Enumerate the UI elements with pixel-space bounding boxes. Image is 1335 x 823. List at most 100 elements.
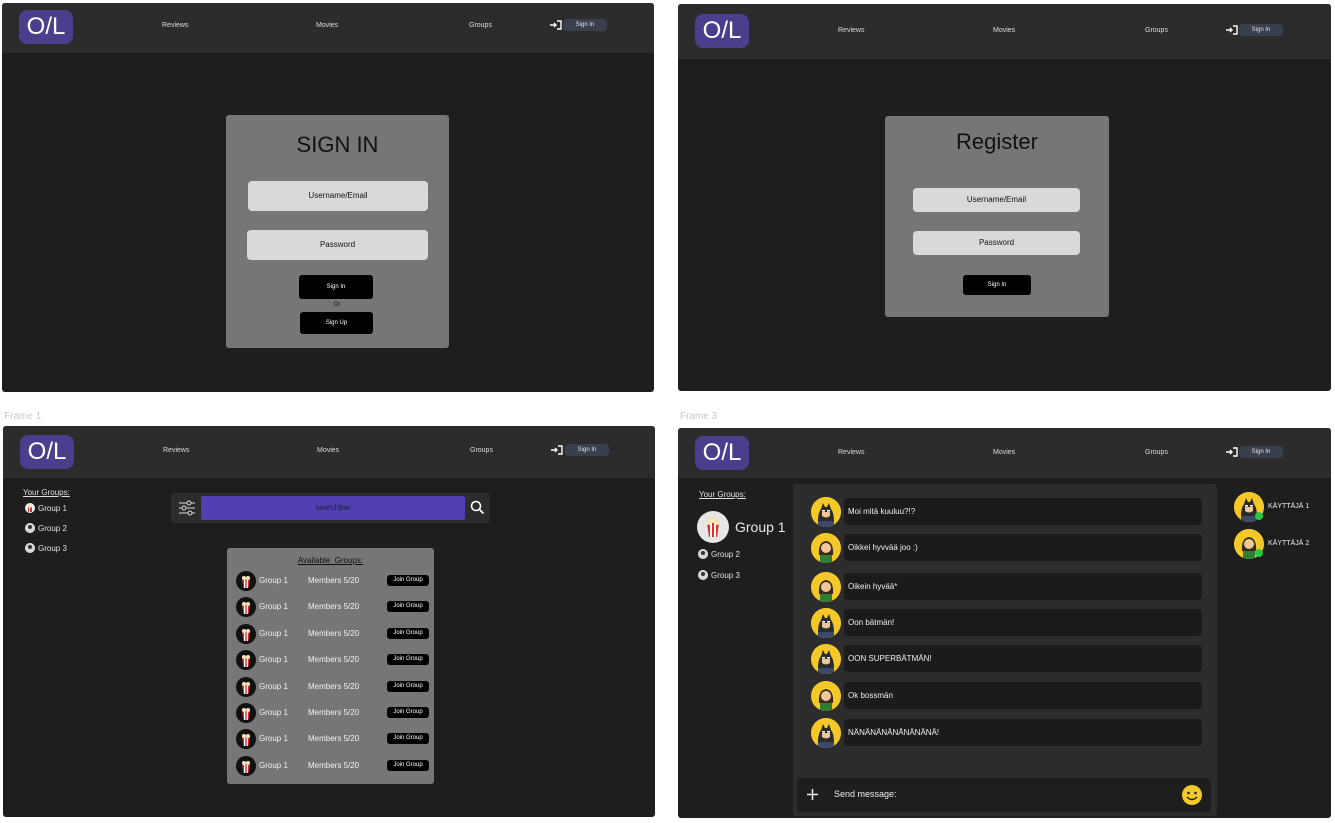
nav-groups[interactable]: Groups <box>1145 27 1168 34</box>
batman-avatar-icon <box>811 608 841 638</box>
username-field[interactable]: Username/Email <box>913 188 1080 212</box>
join-group-button[interactable]: Join Group <box>387 733 429 745</box>
popcorn-icon <box>236 755 256 776</box>
groups-frame: O/L Reviews Movies Groups Sign In Your G… <box>3 426 655 817</box>
join-group-button[interactable]: Join Group <box>387 680 429 692</box>
signin-button[interactable]: Sign In <box>299 275 373 299</box>
sign-in-icon[interactable] <box>1226 447 1238 457</box>
available-group-row: Group 1 Members 5/20 Join Group <box>236 702 431 724</box>
nav-reviews[interactable]: Reviews <box>162 22 188 29</box>
group-name: Group 1 <box>259 602 288 612</box>
nav-sign-in-button[interactable]: Sign In <box>1239 446 1283 458</box>
logo[interactable]: O/L <box>19 10 73 44</box>
signup-button[interactable]: Sign Up <box>300 312 373 334</box>
batman-avatar-icon <box>811 644 841 674</box>
nav-movies[interactable]: Movies <box>993 27 1015 34</box>
join-group-button[interactable]: Join Group <box>387 759 429 771</box>
nav-movies[interactable]: Movies <box>316 22 338 29</box>
available-group-row: Group 1 Members 5/20 Join Group <box>236 570 431 592</box>
popcorn-icon <box>236 571 256 591</box>
available-group-row: Group 1 Members 5/20 Join Group <box>236 755 431 777</box>
password-field[interactable]: Password <box>247 230 428 260</box>
sidebar-group-3[interactable]: Group 3 <box>25 543 67 553</box>
join-group-button[interactable]: Join Group <box>387 601 429 613</box>
sign-in-icon[interactable] <box>551 445 563 455</box>
nav-sign-in-button[interactable]: Sign In <box>1239 24 1283 36</box>
sign-in-icon[interactable] <box>550 20 562 30</box>
username-field[interactable]: Username/Email <box>248 181 428 211</box>
sidebar-group-label: Group 2 <box>38 523 67 533</box>
available-group-row: Group 1 Members 5/20 Join Group <box>236 649 431 671</box>
message-input[interactable]: Send message: <box>834 789 897 799</box>
navbar: O/L Reviews Movies Groups Sign In <box>678 428 1331 478</box>
online-status-dot <box>1255 549 1263 557</box>
frame-1-label: Frame 1 <box>4 411 42 422</box>
popcorn-icon <box>236 703 256 723</box>
group-avatar-icon <box>698 570 708 580</box>
search-icon[interactable] <box>470 500 485 515</box>
group-name: Group 1 <box>259 708 288 717</box>
batman-avatar-icon <box>811 497 841 527</box>
group-members: Members 5/20 <box>308 628 360 638</box>
sidebar-group-active[interactable]: Group 1 <box>697 511 786 543</box>
nav-reviews[interactable]: Reviews <box>838 27 864 34</box>
nav-groups[interactable]: Groups <box>469 22 492 29</box>
user-avatar-icon <box>811 533 841 563</box>
signin-title: SIGN IN <box>296 132 379 157</box>
chat-message: Oikkei hyvvää joo :) <box>811 533 1205 563</box>
join-group-button[interactable]: Join Group <box>387 575 429 586</box>
nav-reviews[interactable]: Reviews <box>838 449 864 456</box>
sidebar-group-2[interactable]: Group 2 <box>698 549 740 559</box>
chat-message: NÄNÄNÄNÄNÄNÄNÄNÄ! <box>811 718 1205 748</box>
nav-sign-in-button[interactable]: Sign In <box>565 444 609 456</box>
sidebar-group-2[interactable]: Group 2 <box>25 523 67 533</box>
join-group-button[interactable]: Join Group <box>387 627 429 639</box>
logo[interactable]: O/L <box>20 435 74 469</box>
nav-movies[interactable]: Movies <box>317 447 339 454</box>
frame-3-label: Frame 3 <box>680 411 718 422</box>
your-groups-title: Your Groups: <box>23 488 70 497</box>
available-group-row: Group 1 Members 5/20 Join Group <box>236 596 431 618</box>
chat-message: Ok bossmän <box>811 681 1205 711</box>
message-bubble: Moi mitä kuuluu?!? <box>844 498 1202 525</box>
chat-message: Oikein hyvää* <box>811 572 1205 602</box>
nav-reviews[interactable]: Reviews <box>163 447 189 454</box>
filter-icon[interactable] <box>178 500 196 516</box>
sidebar-group-label: Group 3 <box>711 570 740 580</box>
batman-avatar-icon <box>811 718 841 748</box>
user-list-item[interactable]: KÄYTTÄJÄ 1 <box>1234 492 1326 522</box>
or-label: Or <box>333 302 341 308</box>
signin-button[interactable]: Sign In <box>963 275 1031 295</box>
group-members: Members 5/20 <box>308 576 360 585</box>
nav-movies[interactable]: Movies <box>993 449 1015 456</box>
logo[interactable]: O/L <box>695 14 749 48</box>
chat-message: Oon bätmän! <box>811 608 1205 638</box>
group-avatar-icon <box>698 549 708 559</box>
user-name: KÄYTTÄJÄ 2 <box>1268 540 1310 547</box>
popcorn-icon <box>236 729 256 750</box>
register-card: Register Username/Email Password Sign In <box>885 116 1109 317</box>
emoji-icon[interactable] <box>1181 784 1203 806</box>
user-list-item[interactable]: KÄYTTÄJÄ 2 <box>1234 529 1326 559</box>
password-field[interactable]: Password <box>913 231 1080 255</box>
message-bubble: Oon bätmän! <box>844 609 1202 636</box>
user-name: KÄYTTÄJÄ 1 <box>1268 503 1310 510</box>
popcorn-icon <box>236 623 256 644</box>
nav-sign-in-button[interactable]: Sign In <box>563 19 607 31</box>
nav-groups[interactable]: Groups <box>470 447 493 454</box>
sidebar-group-3[interactable]: Group 3 <box>698 570 740 580</box>
search-input[interactable]: searchbar <box>201 496 465 520</box>
sidebar-group-1[interactable]: Group 1 <box>25 503 67 513</box>
available-group-row: Group 1 Members 5/20 Join Group <box>236 623 431 645</box>
join-group-button[interactable]: Join Group <box>387 707 429 718</box>
chat-message: OON SUPERBÄTMÄN! <box>811 644 1205 674</box>
sign-in-icon[interactable] <box>1226 25 1238 35</box>
your-groups-title: Your Groups: <box>699 490 746 499</box>
group-members: Members 5/20 <box>308 708 360 717</box>
online-status-dot <box>1255 512 1263 520</box>
plus-icon[interactable] <box>807 789 818 800</box>
popcorn-icon <box>25 503 35 513</box>
nav-groups[interactable]: Groups <box>1145 449 1168 456</box>
logo[interactable]: O/L <box>695 436 749 470</box>
join-group-button[interactable]: Join Group <box>387 654 429 666</box>
